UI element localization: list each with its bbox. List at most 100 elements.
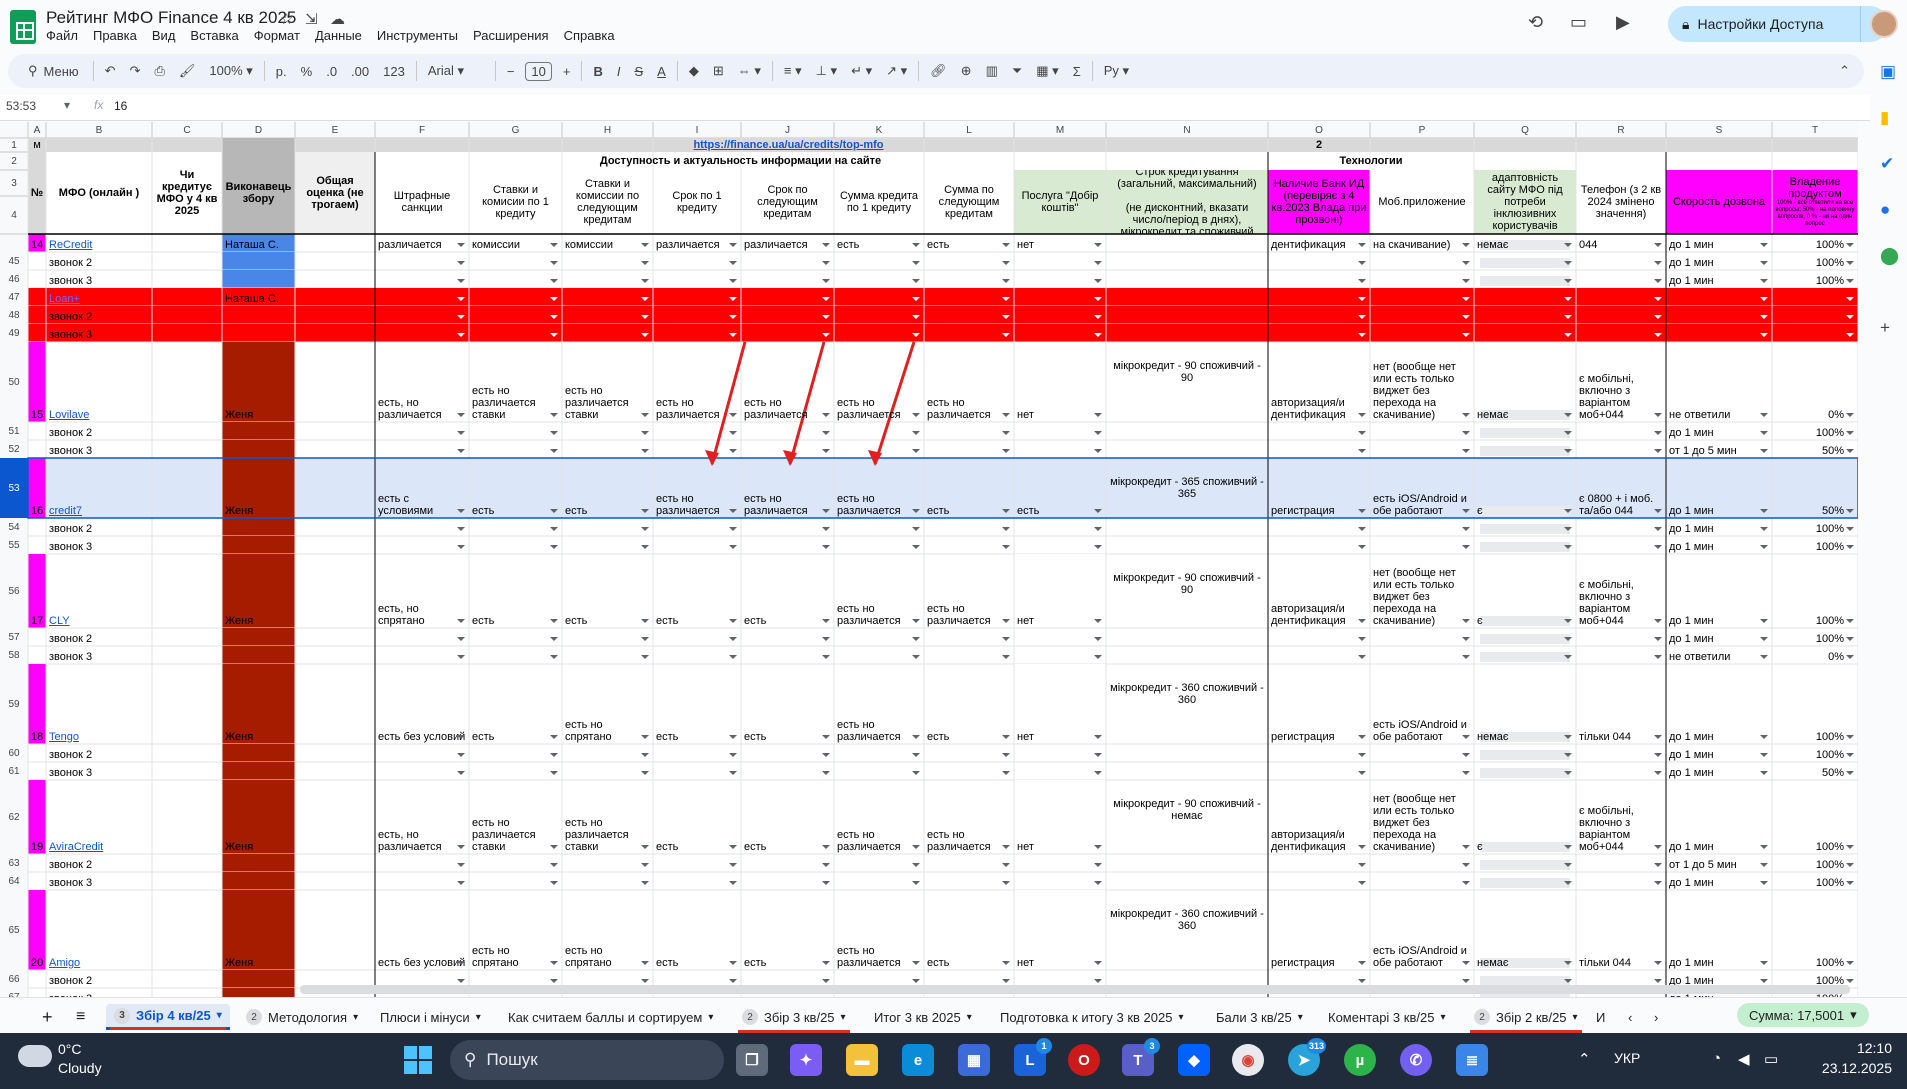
- column-header-n[interactable]: N: [1106, 122, 1268, 138]
- undo-icon[interactable]: ↶: [98, 63, 123, 79]
- dropdown-chevron-icon[interactable]: [1358, 509, 1366, 513]
- row-header-45[interactable]: 45: [0, 252, 28, 270]
- sheet-tab-6[interactable]: Подготовка к итогу 3 кв 2025 ▾: [992, 1004, 1191, 1030]
- dropdown-chevron-icon[interactable]: [1564, 735, 1572, 739]
- column-header-c[interactable]: C: [152, 122, 222, 138]
- cell-m-53[interactable]: есть: [1014, 458, 1106, 518]
- dropdown-chevron-icon[interactable]: [1094, 655, 1102, 659]
- cell-m-44[interactable]: нет: [1014, 234, 1106, 252]
- dropdown-chevron-icon[interactable]: [1760, 413, 1768, 417]
- sheet-tab-9[interactable]: 2 Збір 2 кв/25 ▾: [1466, 1004, 1586, 1033]
- header-col-d[interactable]: Виконавець збору: [222, 152, 295, 234]
- dropdown-chevron-icon[interactable]: [729, 413, 737, 417]
- dropdown-chevron-icon[interactable]: [1654, 261, 1662, 265]
- dropdown-chevron-icon[interactable]: [1846, 637, 1854, 641]
- star-icon[interactable]: ☆: [280, 10, 293, 28]
- column-header-e[interactable]: E: [295, 122, 375, 138]
- dropdown-chevron-icon[interactable]: [1760, 637, 1768, 641]
- dropdown-chevron-icon[interactable]: [1654, 845, 1662, 849]
- store-icon[interactable]: ▦: [958, 1044, 990, 1076]
- dropdown-chevron-icon[interactable]: [1002, 333, 1010, 337]
- dropdown-chevron-icon[interactable]: [1654, 771, 1662, 775]
- top-mfo-link[interactable]: https://finance.ua/ua/credits/top-mfo: [653, 138, 924, 152]
- cell-g-65[interactable]: есть но спрятано: [469, 890, 562, 970]
- menu-item-6[interactable]: Инструменты: [377, 28, 458, 43]
- cell-j-62[interactable]: есть: [741, 780, 834, 854]
- dropdown-chevron-icon[interactable]: [822, 881, 830, 885]
- row-header-65[interactable]: 65: [0, 890, 28, 970]
- cell-o-53[interactable]: регистрация: [1268, 458, 1370, 518]
- dropdown-chevron-icon[interactable]: [1654, 961, 1662, 965]
- cell-r-62[interactable]: є мобільні, включно з варіантом моб+044: [1576, 780, 1666, 854]
- dropdown-chevron-icon[interactable]: [641, 333, 649, 337]
- cell-t-56[interactable]: 100%: [1772, 554, 1858, 628]
- dropdown-chevron-icon[interactable]: [1358, 753, 1366, 757]
- cell-n-56[interactable]: мікрокредит - 90 споживчий - 90: [1106, 554, 1268, 628]
- dropdown-chevron-icon[interactable]: [1462, 431, 1470, 435]
- chrome-icon[interactable]: ◉: [1232, 1044, 1264, 1076]
- header-col-k[interactable]: Сумма кредита по 1 кредиту: [834, 170, 924, 234]
- clock-date[interactable]: 23.12.2025: [1800, 1060, 1892, 1076]
- dropdown-chevron-icon[interactable]: [641, 881, 649, 885]
- dropdown-chevron-icon[interactable]: [1654, 545, 1662, 549]
- dropdown-chevron-icon[interactable]: [550, 413, 558, 417]
- dropdown-chevron-icon[interactable]: [1760, 449, 1768, 453]
- cell-t-59[interactable]: 100%: [1772, 664, 1858, 744]
- dropdown-chevron-icon[interactable]: [912, 449, 920, 453]
- dropdown-chevron-icon[interactable]: [550, 637, 558, 641]
- font-size-input[interactable]: 10: [525, 61, 552, 81]
- header-col-p[interactable]: Моб.приложение: [1370, 170, 1474, 234]
- cell-r-44[interactable]: 044: [1576, 234, 1666, 252]
- cell-i-44[interactable]: различается: [653, 234, 741, 252]
- dropdown-chevron-icon[interactable]: [1654, 979, 1662, 983]
- cell-f-56[interactable]: есть, но спрятано: [375, 554, 469, 628]
- dropdown-chevron-icon[interactable]: [822, 261, 830, 265]
- dropdown-chevron-icon[interactable]: [912, 735, 920, 739]
- dropdown-chevron-icon[interactable]: [550, 509, 558, 513]
- print-icon[interactable]: ⎙: [147, 63, 171, 79]
- column-header-r[interactable]: R: [1576, 122, 1666, 138]
- cell-p-65[interactable]: есть iOS/Android и обе работают: [1370, 890, 1474, 970]
- align-horizontal-icon[interactable]: ≡ ▾: [777, 63, 809, 79]
- teams-icon[interactable]: T3: [1122, 1038, 1160, 1076]
- dropdown-chevron-icon[interactable]: [550, 527, 558, 531]
- dropdown-chevron-icon[interactable]: [912, 753, 920, 757]
- weather-temperature[interactable]: 0°C: [58, 1041, 82, 1057]
- dropdown-chevron-icon[interactable]: [1358, 243, 1366, 247]
- dropdown-chevron-icon[interactable]: [1654, 431, 1662, 435]
- cell-l-56[interactable]: есть но различается: [924, 554, 1014, 628]
- cell-s-50[interactable]: не ответили: [1666, 342, 1772, 422]
- row-header-50[interactable]: 50: [0, 342, 28, 422]
- dropdown-chevron-icon[interactable]: [550, 735, 558, 739]
- font-size-increase-icon[interactable]: +: [556, 64, 578, 79]
- dropdown-chevron-icon[interactable]: [822, 527, 830, 531]
- file-explorer-icon[interactable]: ▬: [846, 1044, 878, 1076]
- row-header-63[interactable]: 63: [0, 854, 28, 872]
- dropdown-chevron-icon[interactable]: [1002, 431, 1010, 435]
- dropdown-chevron-icon[interactable]: [1094, 637, 1102, 641]
- zoom-select[interactable]: 100% ▾: [202, 63, 259, 79]
- dropdown-chevron-icon[interactable]: [1462, 735, 1470, 739]
- dropdown-chevron-icon[interactable]: [1462, 333, 1470, 337]
- dropdown-chevron-icon[interactable]: [729, 655, 737, 659]
- dropdown-chevron-icon[interactable]: [822, 243, 830, 247]
- dropdown-chevron-icon[interactable]: [457, 279, 465, 283]
- cell-j-44[interactable]: различается: [741, 234, 834, 252]
- column-header-l[interactable]: L: [924, 122, 1014, 138]
- dropdown-chevron-icon[interactable]: [1654, 297, 1662, 301]
- dropdown-chevron-icon[interactable]: [1564, 771, 1572, 775]
- copilot-icon[interactable]: ✦: [790, 1044, 822, 1076]
- cell-b-67[interactable]: звонок 3: [46, 988, 152, 997]
- dropdown-chevron-icon[interactable]: [641, 619, 649, 623]
- menu-item-8[interactable]: Справка: [564, 28, 615, 43]
- cell-k-50[interactable]: есть но различается: [834, 342, 924, 422]
- cell-j-65[interactable]: есть: [741, 890, 834, 970]
- dropdown-chevron-icon[interactable]: [729, 431, 737, 435]
- menu-search-button[interactable]: ⚲ Меню: [18, 63, 89, 79]
- dropdown-chevron-icon[interactable]: [1760, 881, 1768, 885]
- dropdown-chevron-icon[interactable]: [1564, 619, 1572, 623]
- input-tools-icon[interactable]: Pу ▾: [1097, 63, 1136, 79]
- dropdown-chevron-icon[interactable]: [641, 753, 649, 757]
- dropdown-chevron-icon[interactable]: [1760, 845, 1768, 849]
- sheet-tab-2[interactable]: Плюси і мінуси ▾: [372, 1004, 489, 1030]
